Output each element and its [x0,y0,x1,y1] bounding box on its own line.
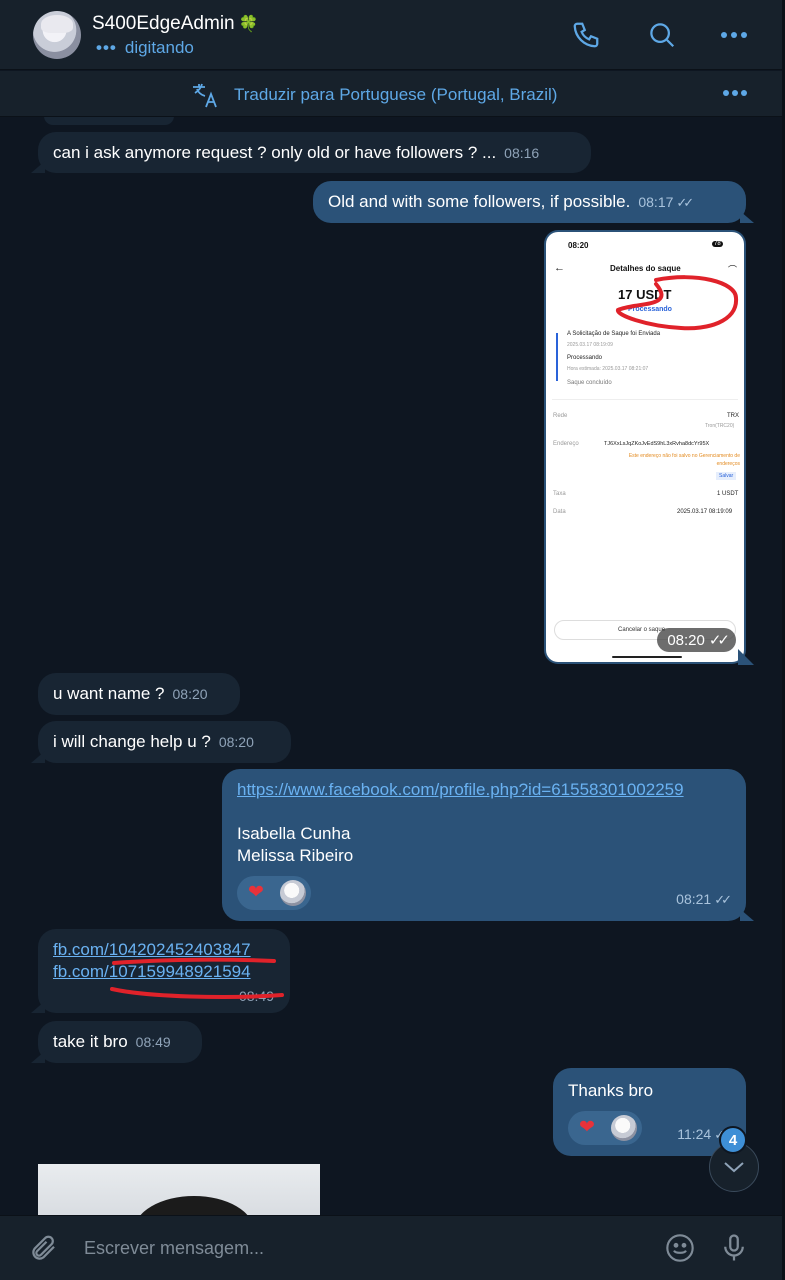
address-value: TJ6XxLsJqZKoJvEdS9hL3xRvha8dcYr95X [604,441,710,447]
message-time: 08:17 [638,194,674,210]
read-ticks-icon: ✓✓ [708,632,730,649]
divider [552,399,738,400]
attach-button[interactable] [26,1230,62,1266]
read-ticks-icon: ✓✓ [714,892,732,907]
battery-indicator: 78 [712,241,723,247]
phone-icon [573,22,599,48]
chevron-down-icon [724,1162,744,1173]
typing-status: ••• digitando [96,38,194,57]
back-arrow-icon: ← [554,262,565,274]
photo-message[interactable] [38,1164,320,1215]
timeline-step-2-date: Hora estimada: 2025.03.17 08:21:07 [567,366,649,372]
reaction-heart[interactable]: ❤ [237,876,311,910]
search-button[interactable] [645,18,679,52]
message-time: 11:24 [677,1126,712,1142]
message-time: 08:20 [218,734,254,750]
withdrawal-screenshot[interactable]: 08:20 78 ← Detalhes do saque ⌒ 17 USDT P… [546,232,744,662]
name-line-2: Melissa Ribeiro [237,846,354,865]
heart-icon: ❤ [248,882,264,903]
timeline-step-1: A Solicitação de Saque foi Enviada [567,331,661,337]
bubble-tail [738,649,754,665]
more-dots-icon[interactable] [722,89,748,97]
home-indicator [612,656,682,658]
clover-emoji: 🍀 [238,16,259,33]
red-underline-annotation [110,957,284,999]
translate-label[interactable]: Traduzir para Portuguese (Portugal, Braz… [234,85,557,105]
translate-bar[interactable]: Traduzir para Portuguese (Portugal, Braz… [0,71,785,117]
fee-label: Taxa [553,491,566,497]
network-label: Rede [553,413,568,419]
network-subvalue: Tron(TRC20) [705,423,735,429]
reactor-avatar [280,880,306,906]
message-time: 08:49 [135,1034,171,1050]
voice-button[interactable] [716,1230,752,1266]
smiley-icon [666,1234,694,1262]
message-bubble-incoming[interactable]: can i ask anymore request ? only old or … [38,132,591,173]
message-time: 08:16 [504,145,540,161]
message-bubble-outgoing[interactable]: https://www.facebook.com/profile.php?id=… [222,769,746,921]
message-text: Thanks bro [568,1081,654,1100]
typing-dots-icon: ••• [96,38,117,57]
date-label: Data [553,509,566,515]
message-bubble-incoming[interactable]: take it bro 08:49 [38,1021,202,1063]
timeline-line [556,333,558,381]
network-value: TRX [727,413,739,419]
translate-icon [193,83,217,108]
address-warning: Este endereço não foi salvo no Gerenciam… [628,453,740,467]
fee-value: 1 USDT [717,491,739,497]
contact-avatar[interactable] [33,11,81,59]
reactor-avatar [611,1115,637,1141]
message-time: 08:21 [676,891,712,907]
message-input[interactable]: Escrever mensagem... [84,1238,264,1259]
more-button[interactable] [717,18,751,52]
timeline-step-1-date: 2025.03.17 08:19:09 [567,342,613,348]
cancel-withdrawal-label: Cancelar o saque [618,627,666,633]
call-button[interactable] [569,18,603,52]
previous-message-bubble [44,117,174,125]
timeline-step-3: Saque concluído [567,380,612,386]
message-bubble-incoming[interactable]: u want name ? 08:20 [38,673,240,715]
phone-status-time: 08:20 [568,241,589,250]
message-bubble-outgoing[interactable]: Thanks bro ❤ 11:24✓✓ [553,1068,746,1156]
message-list[interactable]: can i ask anymore request ? only old or … [0,117,785,1215]
reaction-heart[interactable]: ❤ [568,1111,642,1145]
message-bubble-incoming[interactable]: fb.com/104202452403847 fb.com/1071599489… [38,929,290,1013]
save-address-button: Salvar [716,472,737,480]
red-scribble-annotation [616,275,739,331]
search-icon [650,23,675,48]
unread-count-badge: 4 [719,1126,747,1154]
message-time-badge: 08:20 ✓✓ [657,628,736,652]
chat-header: S400EdgeAdmin 🍀 ••• digitando [0,0,785,70]
paperclip-icon [32,1235,55,1260]
read-ticks-icon: ✓✓ [676,195,694,210]
emoji-button[interactable] [662,1230,698,1266]
message-text: can i ask anymore request ? only old or … [53,143,497,162]
message-composer: Escrever mensagem... [0,1215,785,1280]
microphone-icon [724,1234,744,1261]
message-bubble-incoming[interactable]: i will change help u ? 08:20 [38,721,291,763]
message-text: u want name ? [53,684,165,703]
message-time: 08:20 [172,686,208,702]
address-label: Endereço [553,441,579,447]
message-text: take it bro [53,1032,128,1051]
message-text: Old and with some followers, if possible… [328,192,631,211]
message-text: i will change help u ? [53,732,211,751]
name-line-1: Isabella Cunha [237,824,351,843]
image-message[interactable]: 08:20 78 ← Detalhes do saque ⌒ 17 USDT P… [544,230,746,664]
facebook-profile-link[interactable]: https://www.facebook.com/profile.php?id=… [237,779,731,801]
heart-icon: ❤ [579,1117,595,1138]
date-value: 2025.03.17 08:19:09 [677,509,733,515]
timeline-step-2: Processando [567,355,603,361]
more-dots-icon [721,32,747,38]
message-bubble-outgoing[interactable]: Old and with some followers, if possible… [313,181,746,223]
contact-name[interactable]: S400EdgeAdmin 🍀 [92,13,259,35]
